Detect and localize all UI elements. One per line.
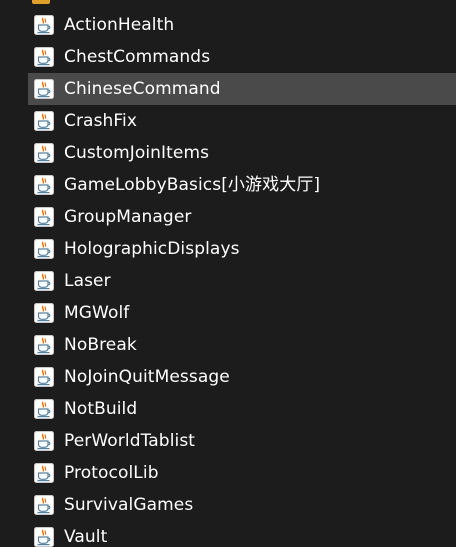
file-row-4[interactable]: CustomJoinItems xyxy=(0,137,456,169)
file-label: MGWolf xyxy=(64,303,130,323)
file-label: ActionHealth xyxy=(64,15,175,35)
java-file-icon xyxy=(34,335,54,355)
file-row-5[interactable]: GameLobbyBasics[小游戏大厅] xyxy=(0,169,456,201)
java-file-icon xyxy=(34,143,54,163)
file-row-2[interactable]: ChineseCommand xyxy=(0,73,456,105)
java-file-icon xyxy=(34,271,54,291)
file-row-11[interactable]: NoJoinQuitMessage xyxy=(0,361,456,393)
file-label: Vault xyxy=(64,527,108,547)
file-label: CustomJoinItems xyxy=(64,143,210,163)
file-list-panel: ActionHealth ChestCommands ChineseComman… xyxy=(0,0,456,547)
java-file-icon xyxy=(34,527,54,547)
java-file-icon xyxy=(34,367,54,387)
file-label: ProtocolLib xyxy=(64,463,159,483)
java-file-icon xyxy=(34,239,54,259)
file-label: Laser xyxy=(64,271,111,291)
java-file-icon xyxy=(34,431,54,451)
java-file-icon xyxy=(34,47,54,67)
file-row-13[interactable]: PerWorldTablist xyxy=(0,425,456,457)
file-label: ChineseCommand xyxy=(64,79,221,99)
file-label: HolographicDisplays xyxy=(64,239,240,259)
file-row-15[interactable]: SurvivalGames xyxy=(0,489,456,521)
file-list: ActionHealth ChestCommands ChineseComman… xyxy=(0,9,456,547)
file-label: CrashFix xyxy=(64,111,138,131)
file-row-8[interactable]: Laser xyxy=(0,265,456,297)
file-row-9[interactable]: MGWolf xyxy=(0,297,456,329)
java-file-icon xyxy=(34,15,54,35)
file-label: GameLobbyBasics[小游戏大厅] xyxy=(64,175,321,195)
file-row-1[interactable]: ChestCommands xyxy=(0,41,456,73)
java-file-icon xyxy=(34,207,54,227)
file-row-16[interactable]: Vault xyxy=(0,521,456,547)
file-row-3[interactable]: CrashFix xyxy=(0,105,456,137)
file-row-14[interactable]: ProtocolLib xyxy=(0,457,456,489)
java-file-icon xyxy=(34,303,54,323)
file-label: NoJoinQuitMessage xyxy=(64,367,230,387)
file-row-6[interactable]: GroupManager xyxy=(0,201,456,233)
file-label: ChestCommands xyxy=(64,47,211,67)
file-row-10[interactable]: NoBreak xyxy=(0,329,456,361)
file-label: GroupManager xyxy=(64,207,192,227)
file-label: NoBreak xyxy=(64,335,137,355)
file-label: SurvivalGames xyxy=(64,495,194,515)
file-label: PerWorldTablist xyxy=(64,431,196,451)
java-file-icon xyxy=(34,399,54,419)
java-file-icon xyxy=(34,495,54,515)
file-row-7[interactable]: HolographicDisplays xyxy=(0,233,456,265)
java-file-icon xyxy=(34,79,54,99)
file-row-12[interactable]: NotBuild xyxy=(0,393,456,425)
java-file-icon xyxy=(34,463,54,483)
java-file-icon xyxy=(34,175,54,195)
folder-icon xyxy=(32,0,50,4)
java-file-icon xyxy=(34,111,54,131)
file-row-0[interactable]: ActionHealth xyxy=(0,9,456,41)
file-label: NotBuild xyxy=(64,399,138,419)
